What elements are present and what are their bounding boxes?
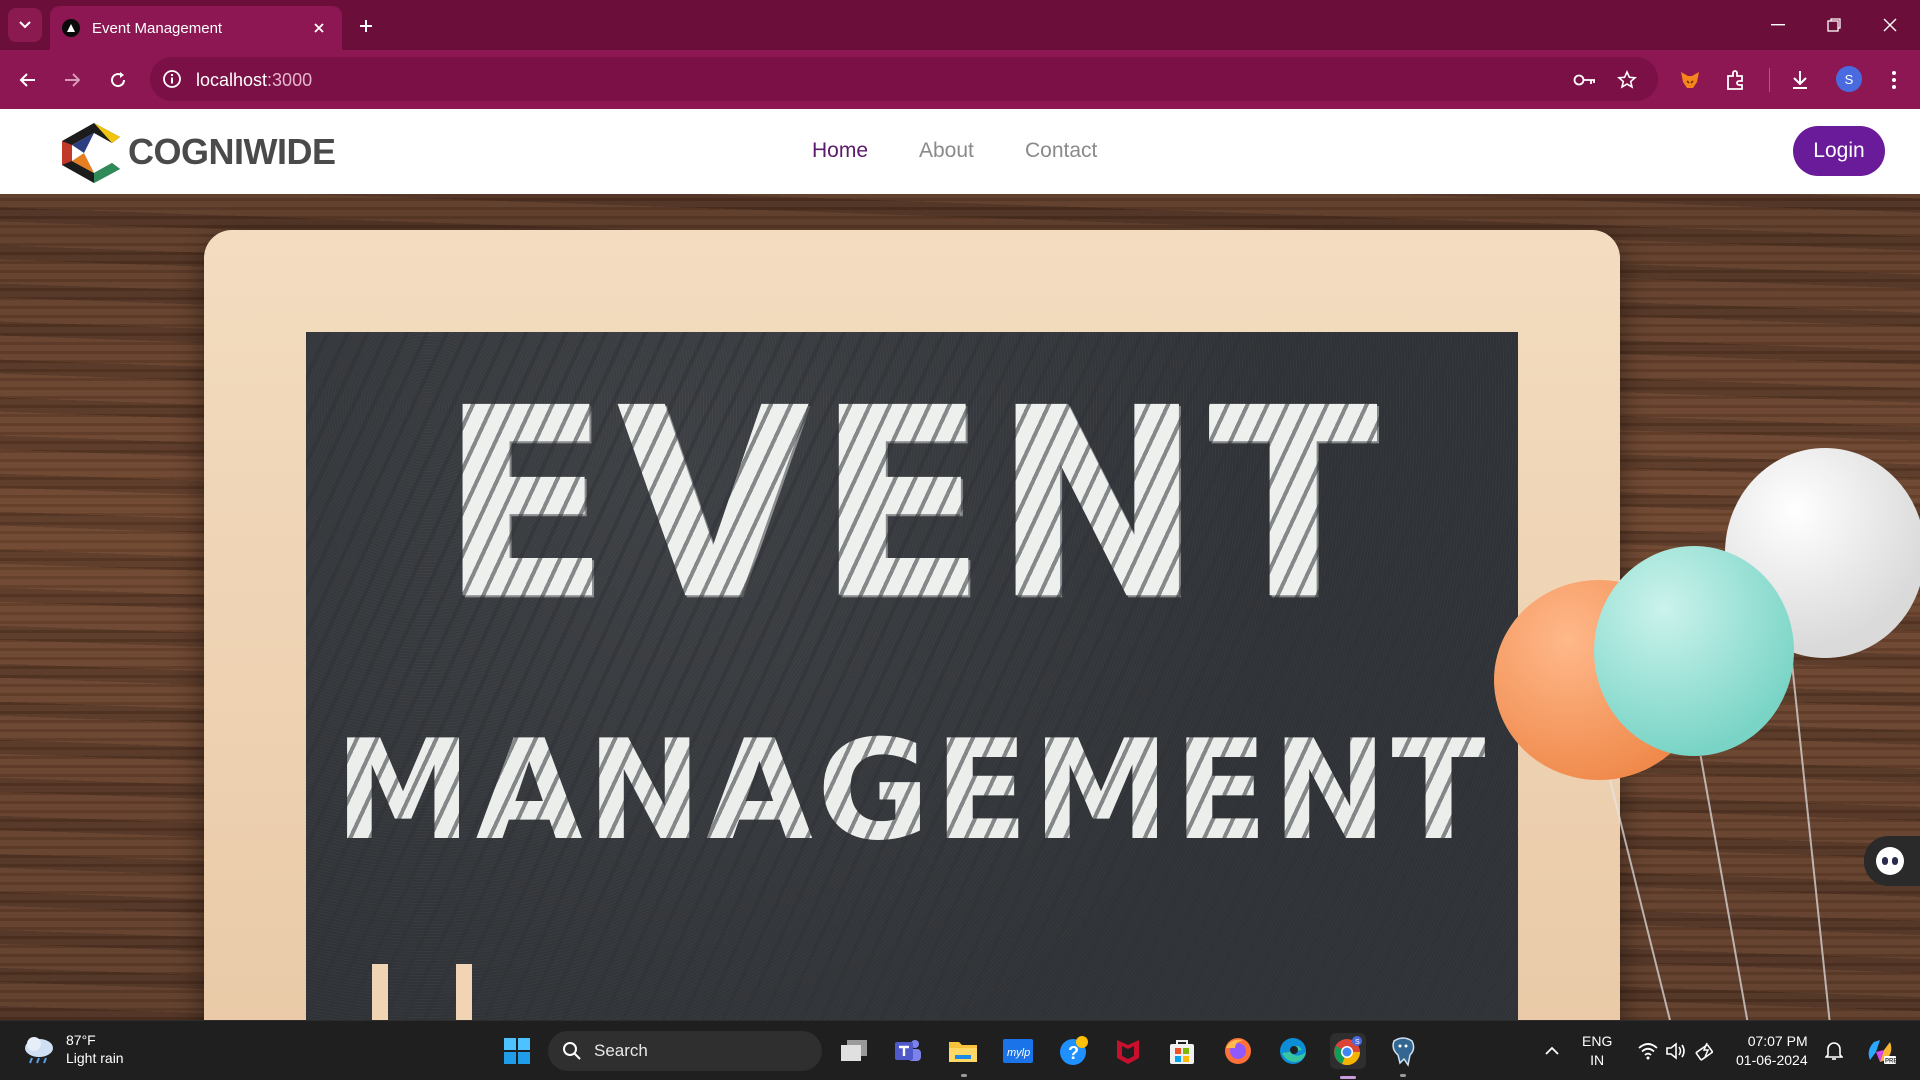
postgresql-icon[interactable] bbox=[1385, 1033, 1421, 1069]
wooden-ladder-decoration bbox=[372, 964, 388, 1020]
reload-icon[interactable] bbox=[102, 64, 134, 96]
windows-taskbar: 87°F Light rain Search mylp ? S ENG IN 0… bbox=[0, 1020, 1920, 1080]
toolbar-divider bbox=[1769, 68, 1770, 92]
url-text[interactable]: localhost:3000 bbox=[196, 70, 312, 91]
cogniwide-logo[interactable]: COGNIWIDE bbox=[58, 119, 336, 185]
help-icon[interactable]: ? bbox=[1056, 1033, 1092, 1069]
system-clock[interactable]: 07:07 PM 01-06-2024 bbox=[1736, 1021, 1808, 1080]
back-icon[interactable] bbox=[12, 64, 44, 96]
nav-contact-link[interactable]: Contact bbox=[1025, 139, 1097, 163]
chalkboard-frame: EVENT MANAGEMENT bbox=[204, 230, 1620, 1020]
url-host: localhost bbox=[196, 70, 268, 90]
svg-text:?: ? bbox=[1068, 1043, 1079, 1063]
password-key-icon[interactable] bbox=[1572, 67, 1598, 93]
cogniwide-logo-icon bbox=[62, 123, 120, 183]
bookmark-star-icon[interactable] bbox=[1614, 67, 1640, 93]
hero-banner: EVENT MANAGEMENT bbox=[0, 194, 1920, 1020]
running-indicator bbox=[1400, 1074, 1406, 1077]
weather-condition: Light rain bbox=[66, 1050, 124, 1066]
new-tab-icon[interactable] bbox=[352, 12, 380, 40]
chrome-icon[interactable]: S bbox=[1330, 1033, 1366, 1069]
login-button[interactable]: Login bbox=[1793, 126, 1885, 176]
info-icon[interactable] bbox=[162, 69, 182, 89]
forward-icon[interactable] bbox=[56, 64, 88, 96]
tab-title: Event Management bbox=[92, 19, 223, 37]
weather-widget[interactable]: 87°F Light rain bbox=[22, 1031, 124, 1067]
logo-text: COGNIWIDE bbox=[128, 131, 336, 172]
wooden-ladder-decoration bbox=[456, 964, 472, 1020]
download-icon[interactable] bbox=[1786, 66, 1814, 94]
active-app-indicator bbox=[1340, 1076, 1356, 1079]
address-bar[interactable]: localhost:3000 bbox=[150, 57, 1658, 101]
taskbar-search-label: Search bbox=[594, 1041, 648, 1060]
battery-charging-icon[interactable] bbox=[1688, 1033, 1724, 1069]
restore-icon[interactable] bbox=[1806, 0, 1862, 50]
hero-title-line2: MANAGEMENT bbox=[334, 710, 1490, 871]
rain-cloud-icon bbox=[22, 1034, 56, 1064]
task-view-icon[interactable] bbox=[836, 1033, 872, 1069]
teams-icon[interactable] bbox=[890, 1033, 926, 1069]
assistant-face-icon bbox=[1876, 847, 1904, 875]
window-close-icon[interactable] bbox=[1862, 0, 1918, 50]
browser-tab-strip: Event Management bbox=[0, 0, 1920, 50]
browser-toolbar: localhost:3000 S bbox=[0, 50, 1920, 109]
weather-temperature: 87°F bbox=[66, 1032, 96, 1048]
balloon-string bbox=[1791, 664, 1831, 1020]
clock-time: 07:07 PM bbox=[1747, 1033, 1808, 1049]
firefox-icon[interactable] bbox=[1220, 1033, 1256, 1069]
minimize-icon[interactable] bbox=[1750, 0, 1806, 50]
chevron-up-icon[interactable] bbox=[1534, 1033, 1570, 1069]
svg-text:mylp: mylp bbox=[1007, 1047, 1030, 1059]
running-indicator bbox=[961, 1074, 967, 1077]
region-code: IN bbox=[1590, 1052, 1605, 1068]
close-icon[interactable] bbox=[308, 17, 330, 39]
nav-home-link[interactable]: Home bbox=[812, 139, 868, 163]
hero-title-line1: EVENT bbox=[439, 351, 1385, 658]
tab-search-icon[interactable] bbox=[8, 8, 42, 42]
metamask-extension-icon[interactable] bbox=[1676, 66, 1704, 94]
taskbar-search-box[interactable]: Search bbox=[548, 1031, 822, 1071]
mylp-icon[interactable]: mylp bbox=[1000, 1033, 1036, 1069]
profile-avatar[interactable]: S bbox=[1836, 66, 1862, 92]
extensions-puzzle-icon[interactable] bbox=[1722, 66, 1750, 94]
copilot-icon[interactable]: PRE bbox=[1862, 1033, 1898, 1069]
browser-tab[interactable]: Event Management bbox=[50, 6, 342, 50]
mcafee-icon[interactable] bbox=[1110, 1033, 1146, 1069]
kebab-menu-icon[interactable] bbox=[1880, 66, 1908, 94]
svg-text:PRE: PRE bbox=[1885, 1059, 1896, 1065]
site-header: COGNIWIDE Home About Contact Login bbox=[0, 109, 1920, 194]
assistant-widget-button[interactable] bbox=[1864, 836, 1920, 886]
windows-start-icon[interactable] bbox=[499, 1033, 535, 1069]
language-code: ENG bbox=[1582, 1033, 1613, 1049]
search-icon bbox=[563, 1042, 581, 1060]
url-port: :3000 bbox=[267, 70, 313, 90]
file-explorer-icon[interactable] bbox=[945, 1033, 981, 1069]
nav-about-link[interactable]: About bbox=[919, 139, 974, 163]
notification-bell-icon[interactable] bbox=[1816, 1033, 1852, 1069]
balloon-string bbox=[1699, 755, 1751, 1020]
teal-balloon bbox=[1594, 546, 1794, 756]
edge-icon[interactable] bbox=[1275, 1033, 1311, 1069]
microsoft-store-icon[interactable] bbox=[1164, 1033, 1200, 1069]
svg-text:S: S bbox=[1355, 1039, 1360, 1046]
triangle-logo-icon bbox=[62, 19, 80, 37]
chalkboard: EVENT MANAGEMENT bbox=[306, 332, 1518, 1020]
clock-date: 01-06-2024 bbox=[1736, 1052, 1808, 1068]
language-indicator[interactable]: ENG IN bbox=[1582, 1021, 1612, 1080]
